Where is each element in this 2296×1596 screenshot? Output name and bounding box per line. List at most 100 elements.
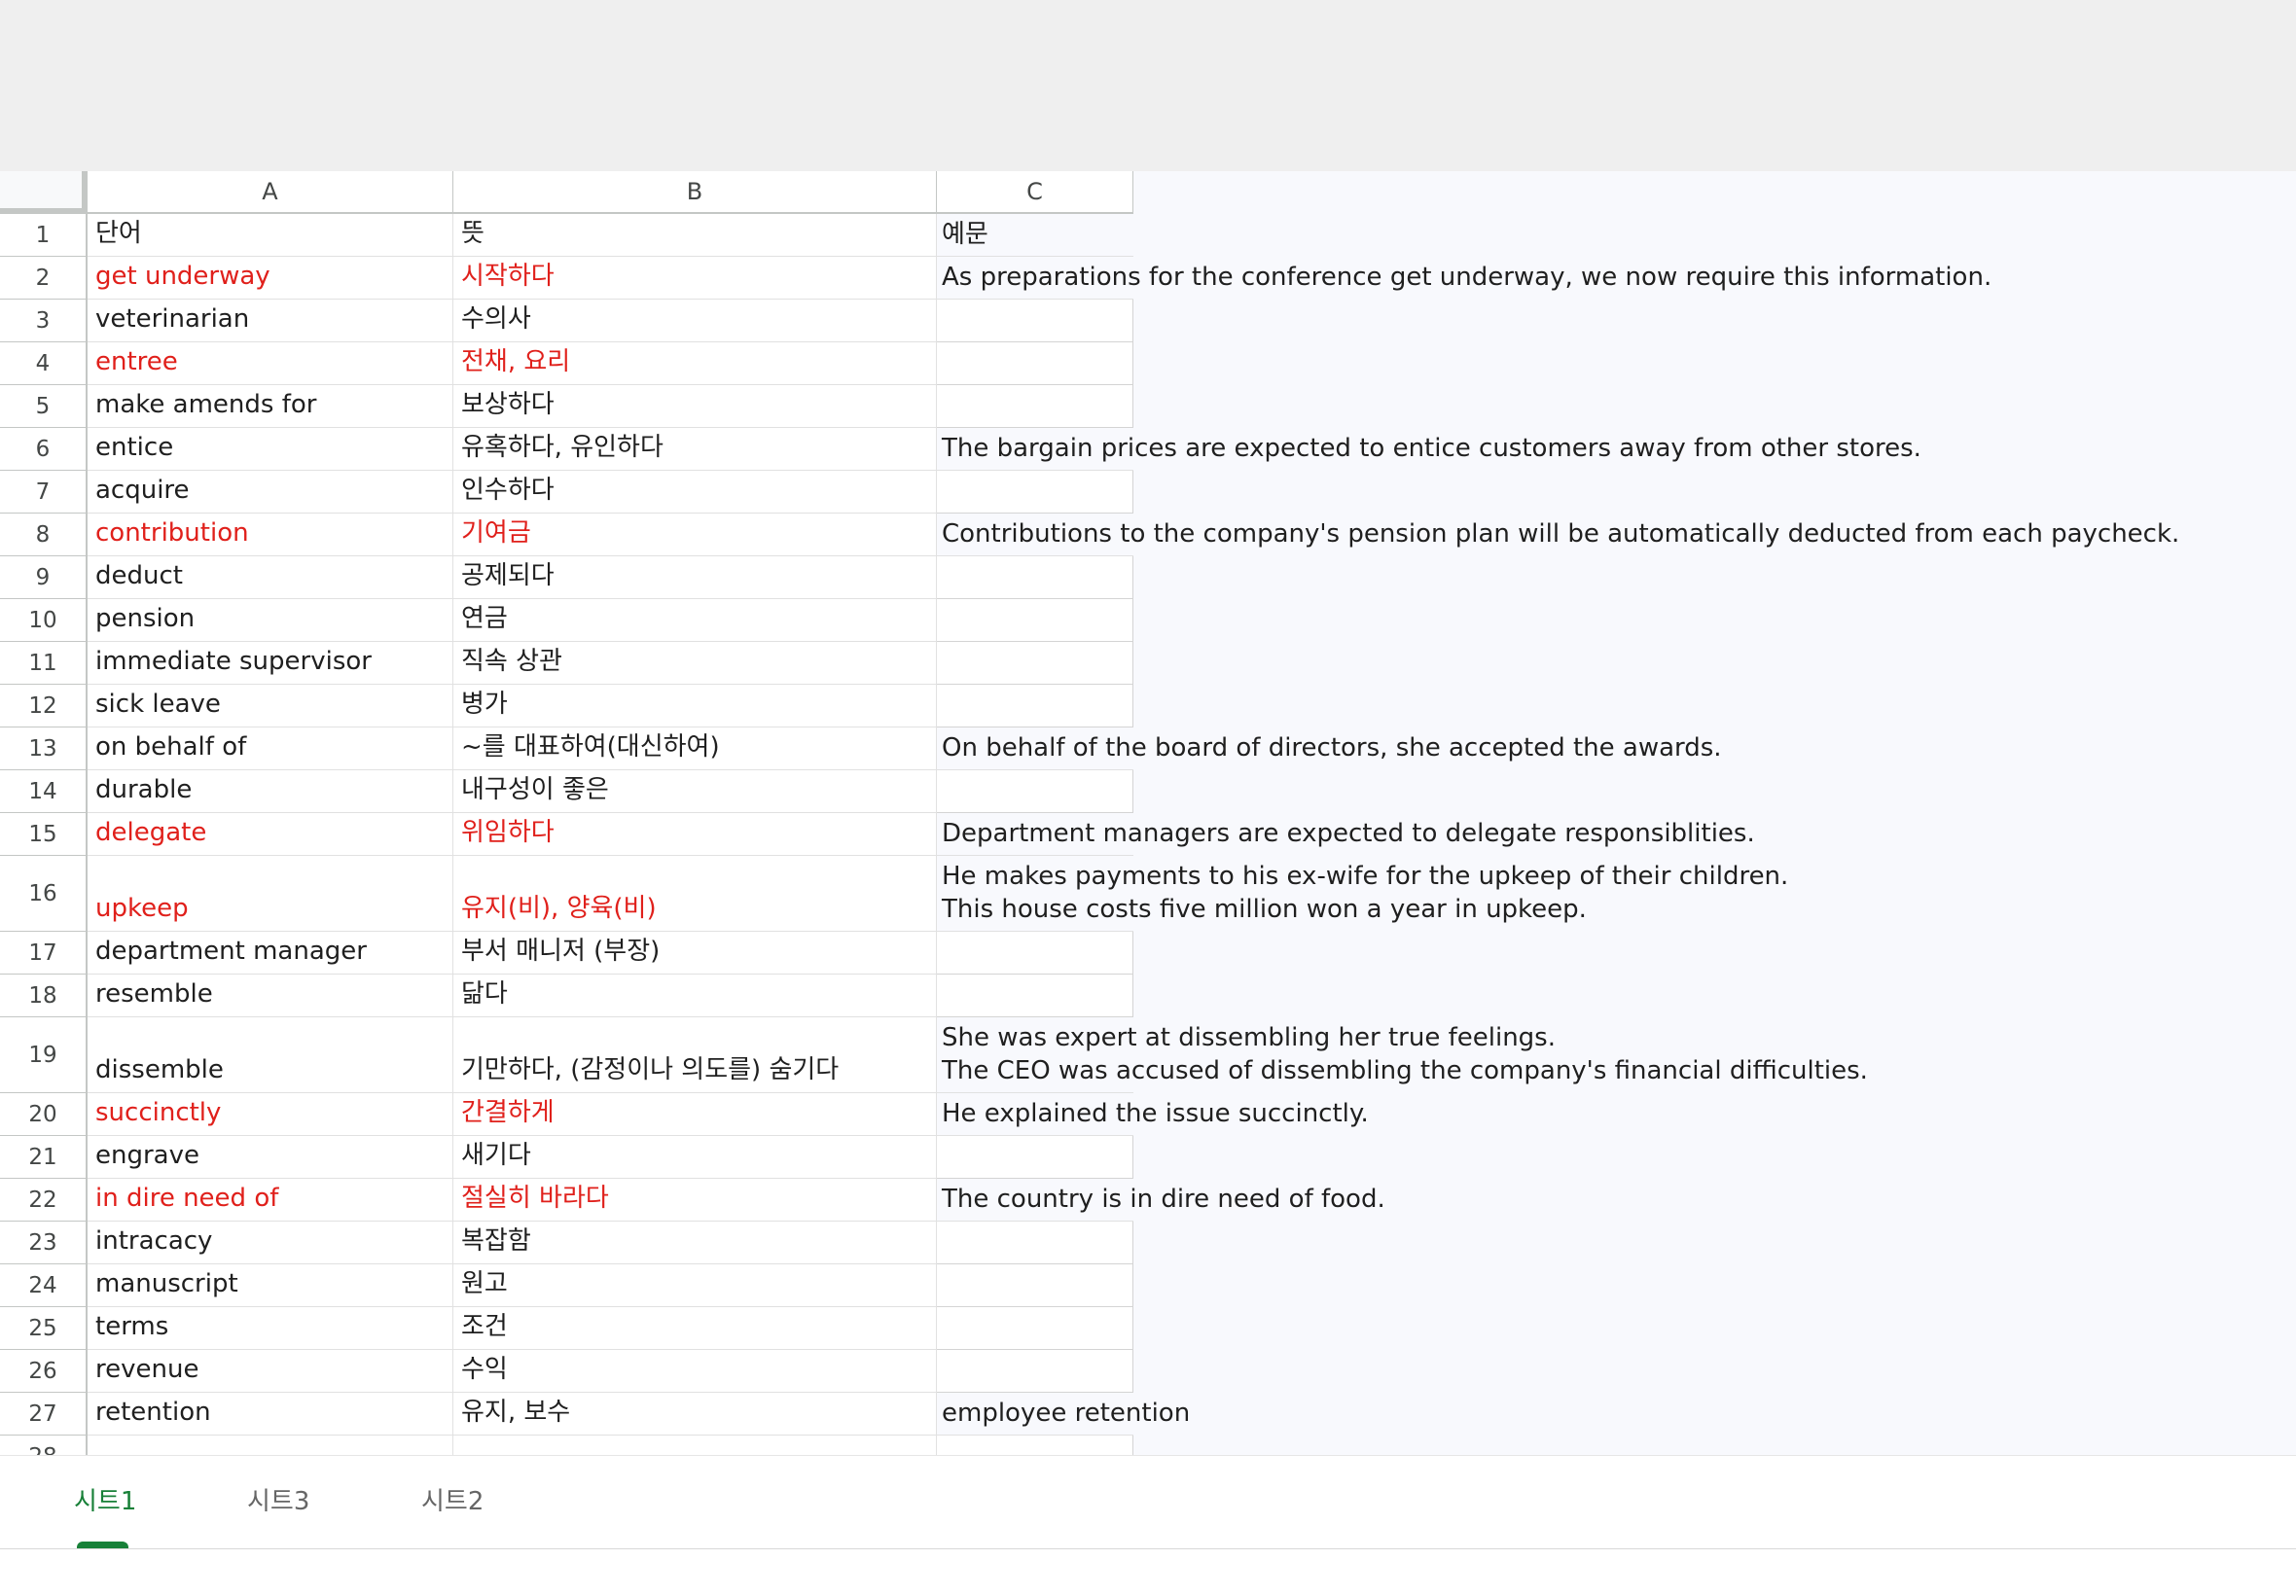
cell-b[interactable]: 전채, 요리	[453, 342, 937, 385]
cell-a[interactable]: dissemble	[88, 1017, 453, 1093]
cell-b[interactable]: 간결하게	[453, 1093, 937, 1136]
cell-a[interactable]: veterinarian	[88, 300, 453, 342]
cell-a[interactable]: 단어	[88, 214, 453, 257]
cell-a[interactable]: pension	[88, 599, 453, 642]
row-header[interactable]: 8	[0, 514, 88, 556]
cell-b[interactable]: 병가	[453, 685, 937, 727]
row-header[interactable]: 28	[0, 1436, 88, 1455]
cell-c[interactable]	[937, 1136, 1133, 1179]
cell-c[interactable]	[937, 642, 1133, 685]
cell-c[interactable]	[937, 975, 1133, 1017]
cell-b[interactable]: 수의사	[453, 300, 937, 342]
cell-a[interactable]: get underway	[88, 257, 453, 300]
spreadsheet-grid[interactable]: A B C 1 단어 뜻 예문 2 get underway 시작하다 As preparat…	[0, 171, 2296, 1455]
row-header[interactable]: 9	[0, 556, 88, 599]
row-header[interactable]: 23	[0, 1222, 88, 1264]
cell-a[interactable]: entree	[88, 342, 453, 385]
row-header[interactable]: 15	[0, 813, 88, 856]
row-header[interactable]: 25	[0, 1307, 88, 1350]
cell-b[interactable]: 보상하다	[453, 385, 937, 428]
row-header[interactable]: 17	[0, 932, 88, 975]
row-header[interactable]: 27	[0, 1393, 88, 1436]
cell-c[interactable]	[937, 1436, 1133, 1455]
row-header[interactable]: 26	[0, 1350, 88, 1393]
row-header[interactable]: 6	[0, 428, 88, 471]
cell-b[interactable]: 원고	[453, 1264, 937, 1307]
cell-b[interactable]: 인수하다	[453, 471, 937, 514]
cell-a[interactable]: immediate supervisor	[88, 642, 453, 685]
cell-a[interactable]: intracacy	[88, 1222, 453, 1264]
row-header[interactable]: 21	[0, 1136, 88, 1179]
row-header[interactable]: 11	[0, 642, 88, 685]
cell-a[interactable]: acquire	[88, 471, 453, 514]
cell-b[interactable]: 연금	[453, 599, 937, 642]
cell-a[interactable]: manuscript	[88, 1264, 453, 1307]
cell-a[interactable]: terms	[88, 1307, 453, 1350]
cell-a[interactable]: engrave	[88, 1136, 453, 1179]
cell-a[interactable]: make amends for	[88, 385, 453, 428]
cell-b[interactable]: 시작하다	[453, 257, 937, 300]
row-header[interactable]: 4	[0, 342, 88, 385]
cell-c[interactable]	[937, 1307, 1133, 1350]
cell-b[interactable]: 닮다	[453, 975, 937, 1017]
column-header-b[interactable]: B	[453, 171, 937, 214]
cell-c[interactable]	[937, 932, 1133, 975]
cell-c[interactable]	[937, 300, 1133, 342]
cell-b[interactable]: 공제되다	[453, 556, 937, 599]
cell-a[interactable]: department manager	[88, 932, 453, 975]
cell-b[interactable]: 새기다	[453, 1136, 937, 1179]
cell-a[interactable]: durable	[88, 770, 453, 813]
sheet-tab-2[interactable]: 시트2	[421, 1481, 484, 1517]
cell-c[interactable]	[937, 1222, 1133, 1264]
cell-a[interactable]: delegate	[88, 813, 453, 856]
sheet-tab-3[interactable]: 시트3	[247, 1481, 309, 1517]
cell-b[interactable]: 유혹하다, 유인하다	[453, 428, 937, 471]
row-header[interactable]: 3	[0, 300, 88, 342]
column-header-c[interactable]: C	[937, 171, 1133, 214]
row-header[interactable]: 5	[0, 385, 88, 428]
cell-b[interactable]: 수익	[453, 1350, 937, 1393]
cell-b[interactable]: 내구성이 좋은	[453, 770, 937, 813]
column-header-a[interactable]: A	[88, 171, 453, 214]
row-header[interactable]: 24	[0, 1264, 88, 1307]
cell-a[interactable]: resemble	[88, 975, 453, 1017]
cell-b[interactable]: ~를 대표하여(대신하여)	[453, 727, 937, 770]
cell-a[interactable]: revenue	[88, 1350, 453, 1393]
cell-a[interactable]: in dire need of	[88, 1179, 453, 1222]
cell-c[interactable]	[937, 556, 1133, 599]
cell-a[interactable]: upkeep	[88, 856, 453, 932]
row-header[interactable]: 14	[0, 770, 88, 813]
select-all-corner[interactable]	[0, 171, 88, 214]
cell-a[interactable]: retention	[88, 1393, 453, 1436]
sheet-tab-1[interactable]: 시트1	[74, 1481, 136, 1517]
row-header[interactable]: 22	[0, 1179, 88, 1222]
cell-c[interactable]	[937, 1350, 1133, 1393]
cell-b[interactable]: 조건	[453, 1307, 937, 1350]
cell-a[interactable]	[88, 1436, 453, 1455]
row-header[interactable]: 19	[0, 1017, 88, 1093]
cell-c[interactable]	[937, 685, 1133, 727]
cell-b[interactable]: 기여금	[453, 514, 937, 556]
row-header[interactable]: 1	[0, 214, 88, 257]
row-header[interactable]: 2	[0, 257, 88, 300]
cell-b[interactable]: 복잡함	[453, 1222, 937, 1264]
cell-a[interactable]: entice	[88, 428, 453, 471]
row-header[interactable]: 13	[0, 727, 88, 770]
cell-c[interactable]	[937, 385, 1133, 428]
cell-c[interactable]	[937, 770, 1133, 813]
cell-b[interactable]: 직속 상관	[453, 642, 937, 685]
cell-a[interactable]: deduct	[88, 556, 453, 599]
row-header[interactable]: 7	[0, 471, 88, 514]
row-header[interactable]: 10	[0, 599, 88, 642]
cell-a[interactable]: sick leave	[88, 685, 453, 727]
cell-a[interactable]: contribution	[88, 514, 453, 556]
cell-c[interactable]	[937, 1264, 1133, 1307]
cell-b[interactable]: 절실히 바라다	[453, 1179, 937, 1222]
cell-c[interactable]	[937, 599, 1133, 642]
cell-b[interactable]: 부서 매니저 (부장)	[453, 932, 937, 975]
cell-b[interactable]: 기만하다, (감정이나 의도를) 숨기다	[453, 1017, 937, 1093]
cell-b[interactable]: 유지, 보수	[453, 1393, 937, 1436]
cell-b[interactable]	[453, 1436, 937, 1455]
cell-a[interactable]: on behalf of	[88, 727, 453, 770]
row-header[interactable]: 12	[0, 685, 88, 727]
